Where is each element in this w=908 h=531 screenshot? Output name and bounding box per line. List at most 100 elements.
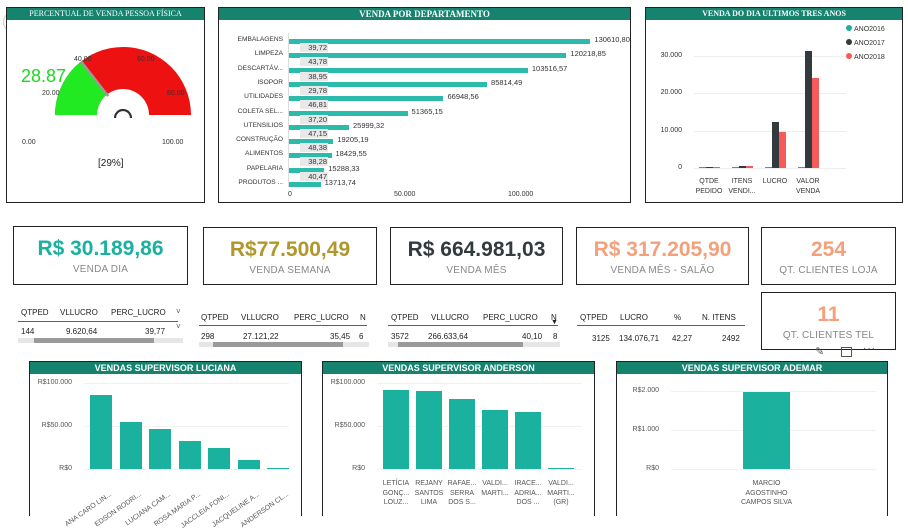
sup-ytick: R$50.000 <box>334 422 365 429</box>
dept-value-label: 103516,57 <box>531 63 568 73</box>
sup-xtick: EDSON RODRI... <box>93 491 143 529</box>
three-years-panel[interactable]: VENDA DO DIA ULTIMOS TRES ANOS 30.000 20.… <box>645 7 903 203</box>
col-header-vllucro: VLLUCRO <box>431 313 469 322</box>
sup-xtick: JACCLEIA FONI... <box>179 491 232 530</box>
kpi-venda-dia[interactable]: R$ 30.189,86 VENDA DIA <box>13 226 188 285</box>
sup-bar <box>149 429 171 469</box>
ty-xtick: PEDIDO <box>695 188 723 195</box>
kpi-venda-mes[interactable]: R$ 664.981,03 VENDA MÊS <box>390 227 563 285</box>
sup-ytick: R$2.000 <box>632 386 659 394</box>
ty-ytick: 10.000 <box>660 126 682 134</box>
legend-dot-2016 <box>846 25 852 31</box>
col-header-perc-lucro: PERC_LUCRO <box>111 308 166 317</box>
cell-vllucro: 9.620,64 <box>66 327 98 336</box>
sup-luciana-panel[interactable]: VENDAS SUPERVISOR LUCIANA R$100.000 R$50.… <box>29 361 302 530</box>
ty-gridline <box>694 130 846 132</box>
kpi-venda-mes-salao[interactable]: R$ 317.205,90 VENDA MÊS - SALÃO <box>576 227 749 285</box>
cell-perc-lucro: 39,77 <box>145 327 166 336</box>
dept-pct-label: 38,28 <box>300 157 328 167</box>
sup-bar <box>90 395 112 469</box>
ty-bar <box>746 166 753 168</box>
ty-xtick: ITENS <box>731 178 753 185</box>
cell-lucro: 134.076,71 <box>619 334 660 343</box>
ty-xtick: QTDE <box>699 178 719 185</box>
col-header-n: N <box>360 313 366 322</box>
dept-row-label: ISOPOR <box>257 78 283 86</box>
sup-xtick: JACQUELINE A... <box>210 491 261 529</box>
gauge-value: 28.87 <box>21 66 67 86</box>
kpi-clientes-tel[interactable]: 11 QT. CLIENTES TEL <box>761 292 896 350</box>
pin-icon[interactable]: ✎ <box>815 345 824 358</box>
dept-bar <box>289 39 591 44</box>
kpi-clientes-loja[interactable]: 254 QT. CLIENTES LOJA <box>761 227 896 285</box>
dept-bar <box>289 53 567 59</box>
ty-bar <box>798 167 805 168</box>
h-scrollbar-thumb[interactable] <box>34 338 154 343</box>
dept-pct-label: 39,72 <box>300 43 328 52</box>
sup-gridline <box>84 426 289 427</box>
gauge-tick-60: 60.00 <box>137 56 155 63</box>
more-options-icon[interactable]: ··· <box>863 343 876 354</box>
cell-percent: 42,27 <box>672 334 693 343</box>
ty-bar <box>732 167 739 168</box>
gauge-tick-40: 40.00 <box>74 56 92 63</box>
sup-bar <box>178 441 201 469</box>
col-header-perc-lucro: PERC_LUCRO <box>483 313 538 322</box>
mini-table-4[interactable]: QTPED LUCRO % N. ITENS 3125 134.076,71 4… <box>577 305 749 345</box>
h-scrollbar-thumb[interactable] <box>213 342 343 347</box>
dept-row-label: CONSTRUÇÃO <box>236 136 283 144</box>
mini-table-1[interactable]: QTPED VLLUCRO PERC_LUCRO 144 9.620,64 39… <box>18 305 186 345</box>
mini-table-2[interactable]: QTPED VLLUCRO PERC_LUCRO N 298 27.121,22… <box>199 305 371 347</box>
cell-qtped: 144 <box>21 327 35 336</box>
dept-panel[interactable]: VENDA POR DEPARTAMENTO EMBALAGENS 130610,… <box>218 7 631 203</box>
sup-bar <box>119 421 142 469</box>
dept-pct-label: 38,95 <box>300 71 328 81</box>
sup-xtick: ROSA MARIA P... <box>152 491 202 529</box>
dept-value-label: 15288,33 <box>328 163 360 173</box>
ty-xtick: VENDI... <box>728 188 756 195</box>
ty-gridline <box>694 93 846 94</box>
sup-bar <box>237 460 260 469</box>
scroll-up-icon[interactable]: ˅ <box>176 307 181 316</box>
dept-row-label: EMBALAGENS <box>237 36 283 43</box>
gauge-tick-0: 0.00 <box>22 139 36 146</box>
header-underline <box>577 325 745 326</box>
focus-mode-icon[interactable] <box>841 347 852 357</box>
dept-pct-label: 29,78 <box>300 85 328 95</box>
sup-ademar-panel[interactable]: VENDAS SUPERVISOR ADEMAR R$2.000 R$1.000 R… <box>616 361 888 516</box>
sup-ytick: R$100.000 <box>37 379 72 386</box>
sup-gridline <box>84 469 289 470</box>
three-years-legend: ANO2016 ANO2017 ANO2018 <box>846 25 885 67</box>
col-header-qtped: QTPED <box>201 313 229 322</box>
sup-ytick: R$50.000 <box>41 422 72 429</box>
dept-value-label: 130610,80 <box>594 35 630 44</box>
legend-dot-2017 <box>846 39 852 45</box>
sup-bar <box>267 467 289 469</box>
ty-xtick: VENDA <box>795 188 821 195</box>
cell-qtped: 3125 <box>592 334 610 343</box>
dept-pct-label: 48,38 <box>300 143 328 153</box>
gauge-panel[interactable]: PERCENTUAL DE VENDA PESSOA FÍSICA 28.87 … <box>6 7 205 203</box>
sup-xtick: LETÍCIA GONÇ... LOUZ... <box>382 480 410 506</box>
gauge-tick-100: 100.00 <box>162 139 184 146</box>
cell-n: 6 <box>359 332 364 341</box>
ty-bar <box>765 167 772 168</box>
dept-row-label: PRODUTOS ... <box>238 179 283 186</box>
mini-table-3[interactable]: QTPED VLLUCRO PERC_LUCRO N 3572 266.633,… <box>388 305 562 347</box>
h-scrollbar-thumb[interactable] <box>398 342 523 347</box>
cell-qtped: 3572 <box>391 332 409 341</box>
gauge-tick-20: 20.00 <box>42 90 60 97</box>
sup-anderson-panel[interactable]: VENDAS SUPERVISOR ANDERSON R$100.000 R$50… <box>322 361 595 516</box>
sup-gridline <box>671 469 876 470</box>
dept-axis-tick-100000: 100.000 <box>508 191 534 198</box>
dept-bar <box>289 182 321 187</box>
sup-bar <box>416 390 442 469</box>
sup-luciana-title: VENDAS SUPERVISOR LUCIANA <box>30 362 301 374</box>
sup-xtick: IRACE... ADRIA... DOS ... <box>514 480 542 506</box>
sort-down-icon[interactable]: ▼ <box>551 319 558 326</box>
sup-gridline <box>377 469 582 470</box>
dept-axis-line <box>288 33 289 187</box>
kpi-value: R$77.500,49 <box>229 238 351 261</box>
kpi-venda-semana[interactable]: R$77.500,49 VENDA SEMANA <box>203 227 377 285</box>
scroll-down-icon[interactable]: ˅ <box>176 322 181 331</box>
